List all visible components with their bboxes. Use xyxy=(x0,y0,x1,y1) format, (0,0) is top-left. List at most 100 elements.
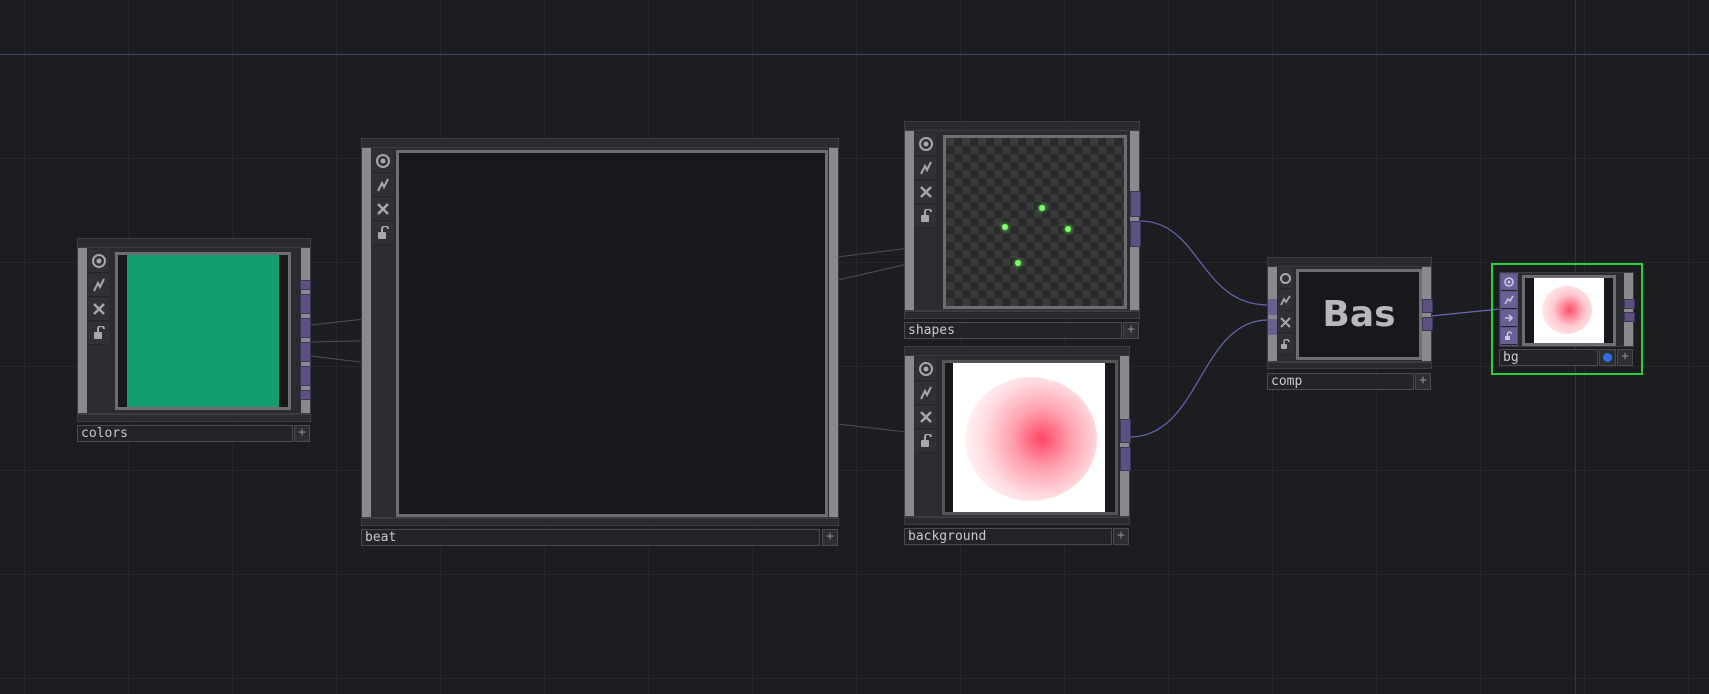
node-bg[interactable]: bg + xyxy=(1491,263,1643,375)
add-icon[interactable]: + xyxy=(822,529,838,546)
node-viewer[interactable]: Bas xyxy=(1296,269,1422,360)
output-port[interactable] xyxy=(1422,317,1433,331)
node-body[interactable] xyxy=(904,130,1141,311)
output-port[interactable] xyxy=(1120,447,1131,471)
node-footer xyxy=(904,517,1130,525)
bypass-icon[interactable] xyxy=(915,382,936,405)
node-name-label[interactable]: background xyxy=(904,528,1112,545)
output-port[interactable] xyxy=(300,294,311,314)
output-port[interactable] xyxy=(1624,312,1635,322)
output-port[interactable] xyxy=(300,342,311,362)
wire-comp-to-bg xyxy=(1430,308,1501,317)
cook-off-icon[interactable] xyxy=(88,298,109,321)
pink-glow xyxy=(1542,286,1592,334)
node-viewer[interactable] xyxy=(942,360,1118,515)
output-port[interactable] xyxy=(300,390,311,400)
add-icon[interactable]: + xyxy=(294,425,310,442)
node-name-label[interactable]: colors xyxy=(77,425,293,442)
node-viewer[interactable] xyxy=(115,252,291,410)
node-footer xyxy=(1267,362,1432,369)
node-comp[interactable]: Bas comp + xyxy=(1267,257,1433,392)
lock-icon[interactable] xyxy=(372,222,393,245)
lock-icon[interactable] xyxy=(88,322,109,345)
node-body[interactable] xyxy=(904,355,1131,517)
output-port[interactable] xyxy=(1120,419,1131,443)
render-canvas xyxy=(1534,278,1604,343)
blue-dot-icon xyxy=(1603,353,1612,362)
bypass-icon[interactable] xyxy=(1501,292,1517,309)
add-icon[interactable]: + xyxy=(1113,528,1129,545)
node-name-label[interactable]: bg xyxy=(1499,349,1598,366)
node-footer xyxy=(361,518,839,526)
viewer-toggle-icon[interactable] xyxy=(915,358,936,381)
viewer-toggle-icon[interactable] xyxy=(1278,268,1293,289)
node-button-column xyxy=(1277,267,1294,361)
node-shapes[interactable]: shapes + xyxy=(904,121,1141,340)
node-viewer[interactable] xyxy=(1522,275,1616,346)
arrow-right-icon[interactable] xyxy=(1501,310,1517,327)
node-footer xyxy=(904,311,1140,319)
color-swatch xyxy=(127,255,279,407)
shape-dot xyxy=(1039,205,1045,211)
output-port[interactable] xyxy=(1130,191,1141,217)
node-viewer[interactable] xyxy=(943,135,1127,309)
viewer-toggle-icon[interactable] xyxy=(88,250,109,273)
pink-glow xyxy=(965,377,1097,501)
node-left-edge xyxy=(362,148,371,517)
node-name-label[interactable]: comp xyxy=(1267,373,1414,390)
node-right-edge xyxy=(1624,273,1633,346)
lock-icon[interactable] xyxy=(1278,334,1293,355)
output-port[interactable] xyxy=(300,280,311,290)
node-body[interactable] xyxy=(77,247,311,414)
node-body[interactable]: Bas xyxy=(1267,266,1433,362)
add-icon[interactable]: + xyxy=(1415,373,1431,390)
wire-shapes-to-comp xyxy=(1139,220,1269,306)
bypass-icon[interactable] xyxy=(88,274,109,297)
wire-beat-to-background xyxy=(828,422,915,434)
output-port[interactable] xyxy=(1422,299,1433,313)
cook-off-icon[interactable] xyxy=(372,198,393,221)
output-port[interactable] xyxy=(300,366,311,386)
add-icon[interactable]: + xyxy=(1617,349,1633,366)
node-background[interactable]: background + xyxy=(904,346,1131,547)
node-button-column xyxy=(1500,273,1518,346)
output-port[interactable] xyxy=(300,318,311,338)
viewer-toggle-icon[interactable] xyxy=(915,133,936,156)
output-port[interactable] xyxy=(1624,299,1635,309)
node-name-label[interactable]: beat xyxy=(361,529,820,546)
node-body[interactable] xyxy=(361,147,839,518)
lock-icon[interactable] xyxy=(915,205,936,228)
add-icon[interactable]: + xyxy=(1123,322,1139,339)
cook-off-icon[interactable] xyxy=(915,406,936,429)
bypass-icon[interactable] xyxy=(1278,290,1293,311)
lock-icon[interactable] xyxy=(1501,328,1517,345)
node-button-column xyxy=(914,131,937,310)
lock-icon[interactable] xyxy=(915,430,936,453)
bypass-icon[interactable] xyxy=(915,157,936,180)
comp-preview-text: Bas xyxy=(1322,294,1396,335)
node-footer xyxy=(77,414,311,422)
viewer-toggle-icon[interactable] xyxy=(1501,274,1517,291)
cook-off-icon[interactable] xyxy=(915,181,936,204)
wire-background-to-comp xyxy=(1129,319,1269,438)
node-body[interactable] xyxy=(1499,272,1635,347)
output-port[interactable] xyxy=(1130,221,1141,247)
flag-button[interactable] xyxy=(1599,349,1616,366)
shape-dot xyxy=(1002,224,1008,230)
node-name-label[interactable]: shapes xyxy=(904,322,1122,339)
bypass-icon[interactable] xyxy=(372,174,393,197)
node-left-edge xyxy=(905,131,914,310)
node-left-edge xyxy=(78,248,87,413)
input-port[interactable] xyxy=(1268,319,1277,335)
input-port[interactable] xyxy=(1268,299,1277,315)
node-left-edge xyxy=(905,356,914,516)
node-viewer[interactable] xyxy=(396,150,828,517)
network-editor-canvas[interactable]: colors + beat + shapes + background + Ba… xyxy=(0,0,1709,694)
cook-off-icon[interactable] xyxy=(1278,312,1293,333)
node-beat[interactable]: beat + xyxy=(361,138,839,547)
shape-dot xyxy=(1065,226,1071,232)
viewer-toggle-icon[interactable] xyxy=(372,150,393,173)
node-colors[interactable]: colors + xyxy=(77,238,311,444)
node-button-column xyxy=(914,356,937,516)
node-button-column xyxy=(87,248,110,413)
